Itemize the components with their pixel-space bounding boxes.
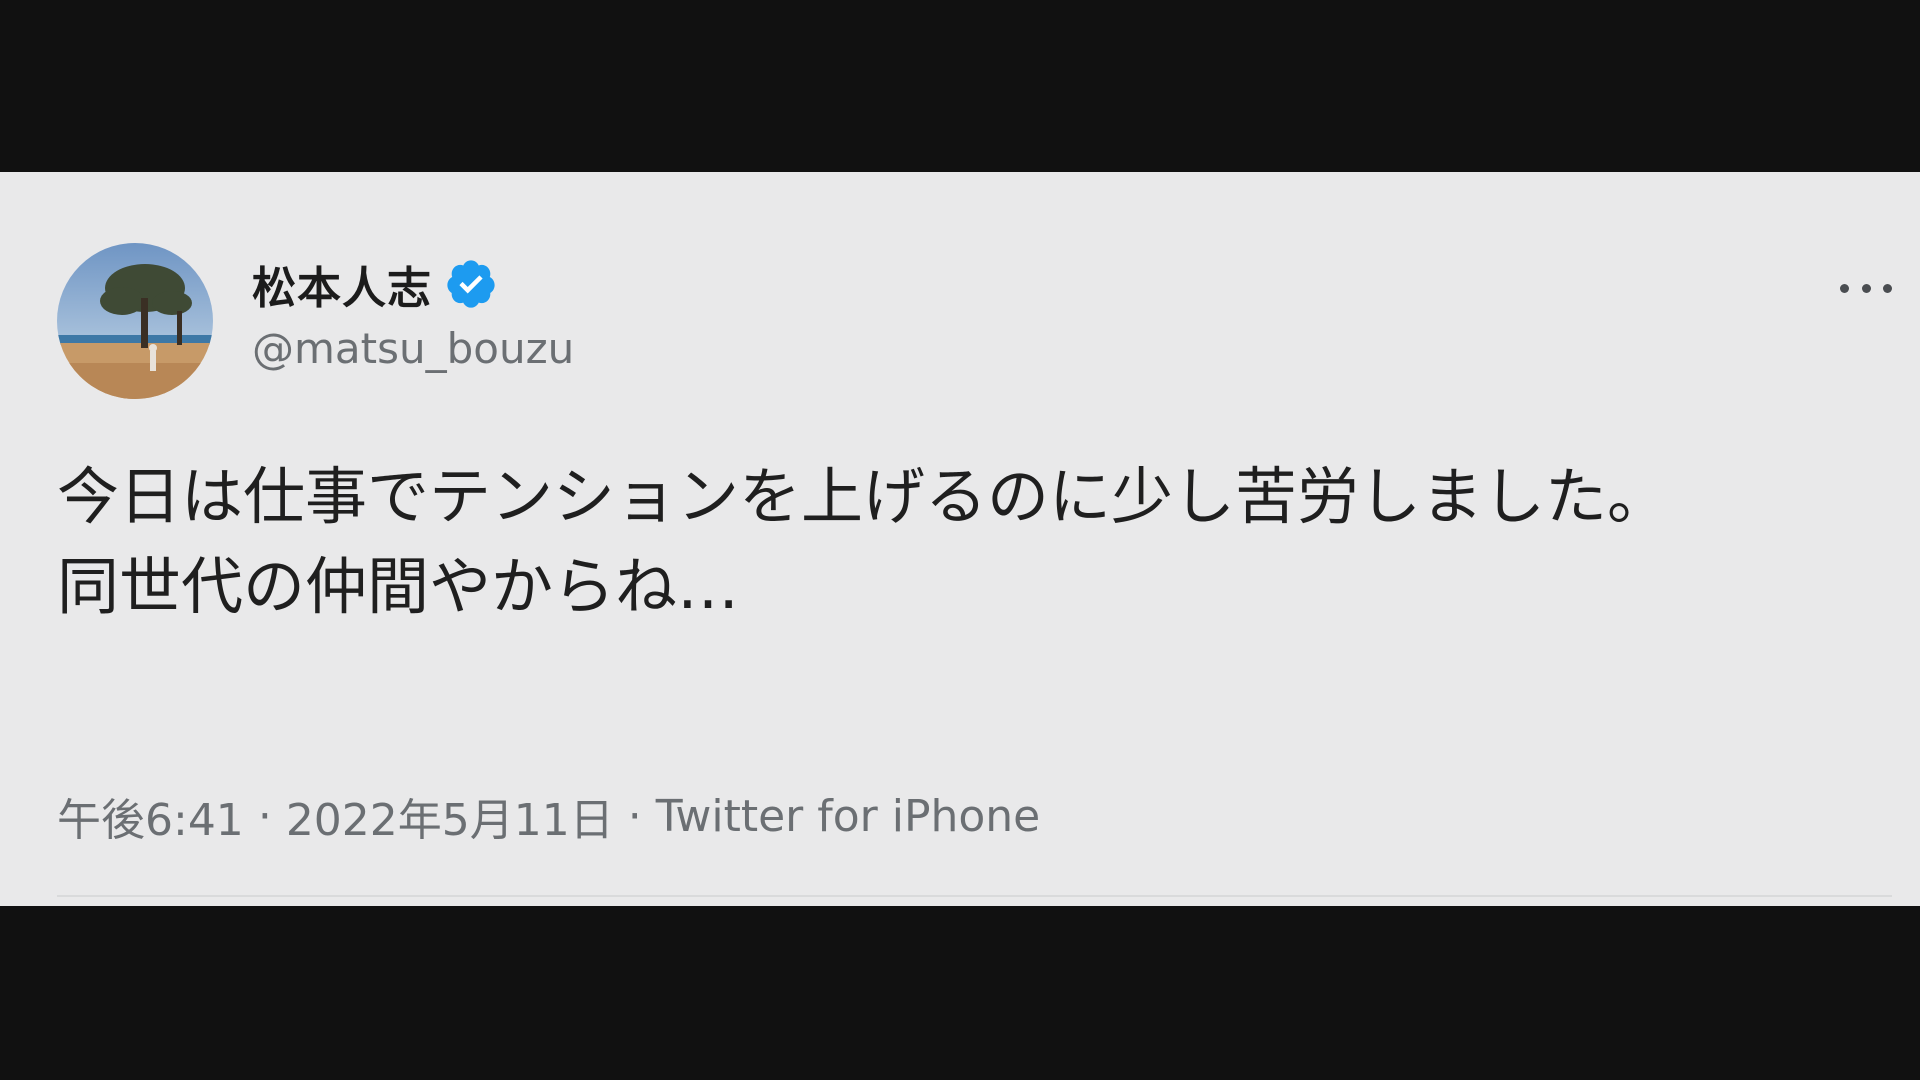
tweet-source[interactable]: Twitter for iPhone	[656, 791, 1040, 842]
letterbox-top	[0, 0, 1920, 172]
more-dot	[1861, 283, 1871, 293]
handle[interactable]: @matsu_bouzu	[252, 324, 574, 373]
meta-separator: ·	[257, 790, 272, 842]
display-name-row: 松本人志	[252, 256, 498, 314]
tweet-time[interactable]: 午後6:41	[57, 784, 244, 848]
letterbox-bottom	[0, 906, 1920, 1080]
more-dot	[1883, 283, 1892, 293]
meta-separator: ·	[627, 790, 642, 842]
display-name[interactable]: 松本人志	[252, 252, 432, 316]
divider	[57, 895, 1892, 897]
more-options-icon[interactable]	[1840, 276, 1892, 300]
more-dot	[1840, 283, 1849, 293]
tweet-text: 今日は仕事でテンションを上げるのに少し苦労しました。 同世代の仲間やからね…	[57, 460, 1670, 623]
avatar[interactable]	[57, 243, 213, 399]
avatar-image	[57, 243, 213, 399]
verified-badge-icon	[444, 257, 498, 311]
tweet-meta: 午後6:41 · 2022年5月11日 · Twitter for iPhone	[57, 784, 1040, 848]
tweet-card: 松本人志 @matsu_bouzu 今日は仕事でテンションを上げるのに少し苦労し…	[0, 172, 1920, 906]
tweet-date[interactable]: 2022年5月11日	[286, 784, 614, 848]
